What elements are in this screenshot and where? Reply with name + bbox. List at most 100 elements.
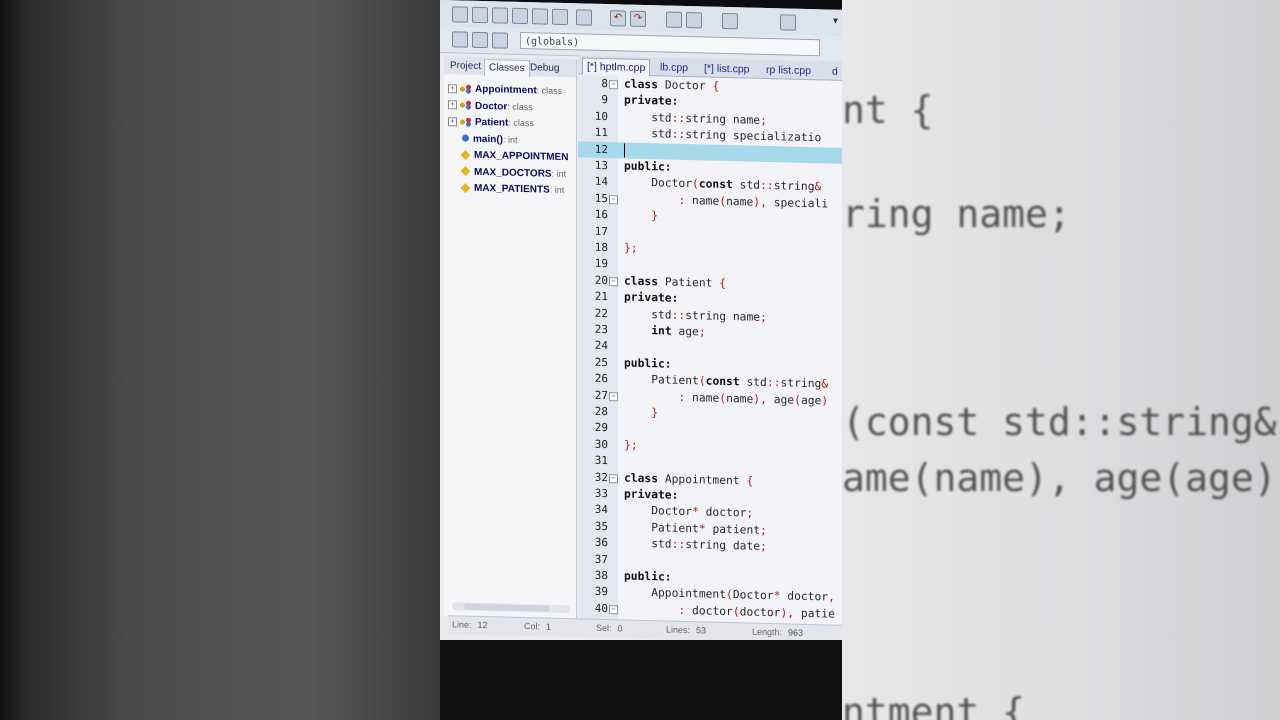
bg-code-line: ring name; [842, 192, 1071, 236]
tree-item-label: Patient [475, 116, 509, 129]
tree-item-max-patients[interactable]: MAX_PATIENTS: int [448, 179, 574, 199]
close-all-icon[interactable] [552, 8, 568, 26]
line-number: 22 [594, 306, 608, 320]
status-value: 0 [617, 623, 623, 634]
line-number: 25 [594, 355, 608, 369]
status-value: 53 [696, 625, 707, 636]
tree-item-label: MAX_APPOINTMEN [474, 149, 569, 164]
line-number: 27 [594, 388, 608, 402]
line-number: 29 [594, 421, 608, 435]
fold-toggle-icon[interactable]: − [609, 604, 618, 615]
code-text: int age; [651, 324, 706, 339]
open-file-icon[interactable] [472, 6, 488, 24]
code-text: private: [624, 93, 679, 109]
class-browser-panel: Project Classes Debug + Appointment: clas… [444, 56, 577, 620]
globals-selector[interactable]: (globals) [520, 31, 820, 57]
save-icon[interactable] [492, 7, 508, 24]
tab-overflow[interactable]: d [828, 63, 842, 79]
print-icon[interactable] [576, 9, 592, 26]
line-number: 33 [594, 486, 608, 501]
line-number: 16 [594, 207, 608, 222]
line-number: 14 [594, 175, 608, 189]
fold-toggle-icon[interactable]: − [609, 391, 618, 401]
tree-item-kind: : int [551, 168, 567, 179]
line-number: 35 [594, 519, 608, 533]
close-file-icon[interactable] [532, 8, 548, 25]
tab-classes[interactable]: Classes [484, 59, 530, 78]
code-text: class Doctor { [624, 77, 720, 93]
compile-icon[interactable] [722, 12, 738, 30]
text-caret [624, 143, 625, 158]
status-label: Length: [752, 626, 783, 638]
code-text: }; [624, 438, 638, 452]
tab-list-cpp[interactable]: [*] list.cpp [700, 60, 754, 77]
ide-window: ↶ ↷ ▾ (globals) Project Classes Debug + A… [440, 0, 842, 670]
tree-item-label: main() [473, 133, 503, 146]
class-icon [460, 117, 472, 126]
line-number: 13 [594, 158, 608, 173]
undo-icon[interactable]: ↶ [610, 10, 626, 27]
back-icon[interactable] [452, 31, 468, 48]
tab-project[interactable]: Project [446, 58, 485, 75]
line-number: 21 [594, 289, 608, 304]
fold-toggle-icon[interactable]: − [609, 473, 618, 483]
expand-icon[interactable]: + [448, 100, 457, 110]
tab-rp-list-cpp[interactable]: rp list.cpp [762, 62, 815, 79]
line-number: 28 [594, 404, 608, 419]
line-number: 9 [601, 93, 608, 107]
fold-toggle-icon[interactable]: − [609, 194, 618, 205]
status-label: Line: [452, 619, 472, 630]
bg-code-line: ame(name), age(age) [842, 456, 1277, 500]
monitor-screen: ↶ ↷ ▾ (globals) Project Classes Debug + A… [440, 0, 842, 720]
blurred-background-left [0, 0, 440, 720]
bookmark-icon[interactable] [492, 32, 508, 49]
replace-icon[interactable] [686, 12, 702, 29]
expand-icon[interactable]: + [448, 84, 457, 94]
status-length: Length: 963 [752, 627, 803, 638]
horizontal-scrollbar[interactable] [452, 602, 570, 614]
tree-item-kind: : int [549, 184, 565, 196]
line-number: 36 [594, 535, 608, 550]
panel-tabs: Project Classes Debug [444, 56, 576, 78]
line-number: 40 [594, 601, 608, 615]
code-text: }; [624, 241, 638, 255]
code-editor[interactable]: [*] hptlm.cpp lb.cpp [*] list.cpp rp lis… [578, 55, 842, 628]
save-all-icon[interactable] [512, 7, 528, 25]
tree-item-kind: : class [536, 85, 563, 96]
line-number: 39 [594, 585, 608, 599]
line-number: 24 [594, 339, 608, 353]
tab-hptlm-cpp[interactable]: [*] hptlm.cpp [582, 57, 651, 77]
line-number: 20 [594, 273, 608, 287]
scrollbar-thumb[interactable] [464, 603, 550, 612]
status-value: 12 [477, 619, 488, 631]
code-text: public: [624, 569, 672, 584]
find-icon[interactable] [666, 11, 682, 28]
line-number: 31 [594, 453, 608, 468]
tab-lb-cpp[interactable]: lb.cpp [656, 59, 692, 76]
status-line: Line: 12 [452, 619, 488, 630]
line-number: 11 [594, 125, 608, 140]
chevron-down-icon[interactable]: ▾ [833, 16, 838, 27]
expand-icon[interactable]: + [448, 117, 457, 127]
line-number: 8 [601, 76, 608, 91]
tree-item-label: Appointment [475, 83, 537, 97]
line-number: 17 [594, 224, 608, 238]
forward-icon[interactable] [472, 31, 488, 49]
line-number: 30 [594, 437, 608, 451]
function-icon [462, 134, 469, 143]
code-text: } [651, 406, 659, 420]
tab-debug[interactable]: Debug [526, 60, 563, 77]
new-file-icon[interactable] [452, 6, 468, 23]
run-icon[interactable] [780, 14, 796, 31]
fold-toggle-icon[interactable]: − [609, 276, 618, 287]
status-value: 963 [788, 627, 804, 638]
variable-icon [460, 183, 471, 193]
code-text: public: [624, 356, 672, 371]
line-number: 10 [594, 109, 608, 123]
line-number: 12 [594, 142, 608, 156]
status-value: 1 [546, 621, 552, 632]
status-lines: Lines: 53 [666, 625, 706, 636]
fold-toggle-icon[interactable]: − [609, 80, 618, 90]
redo-icon[interactable]: ↷ [630, 10, 646, 28]
class-icon [460, 84, 472, 93]
